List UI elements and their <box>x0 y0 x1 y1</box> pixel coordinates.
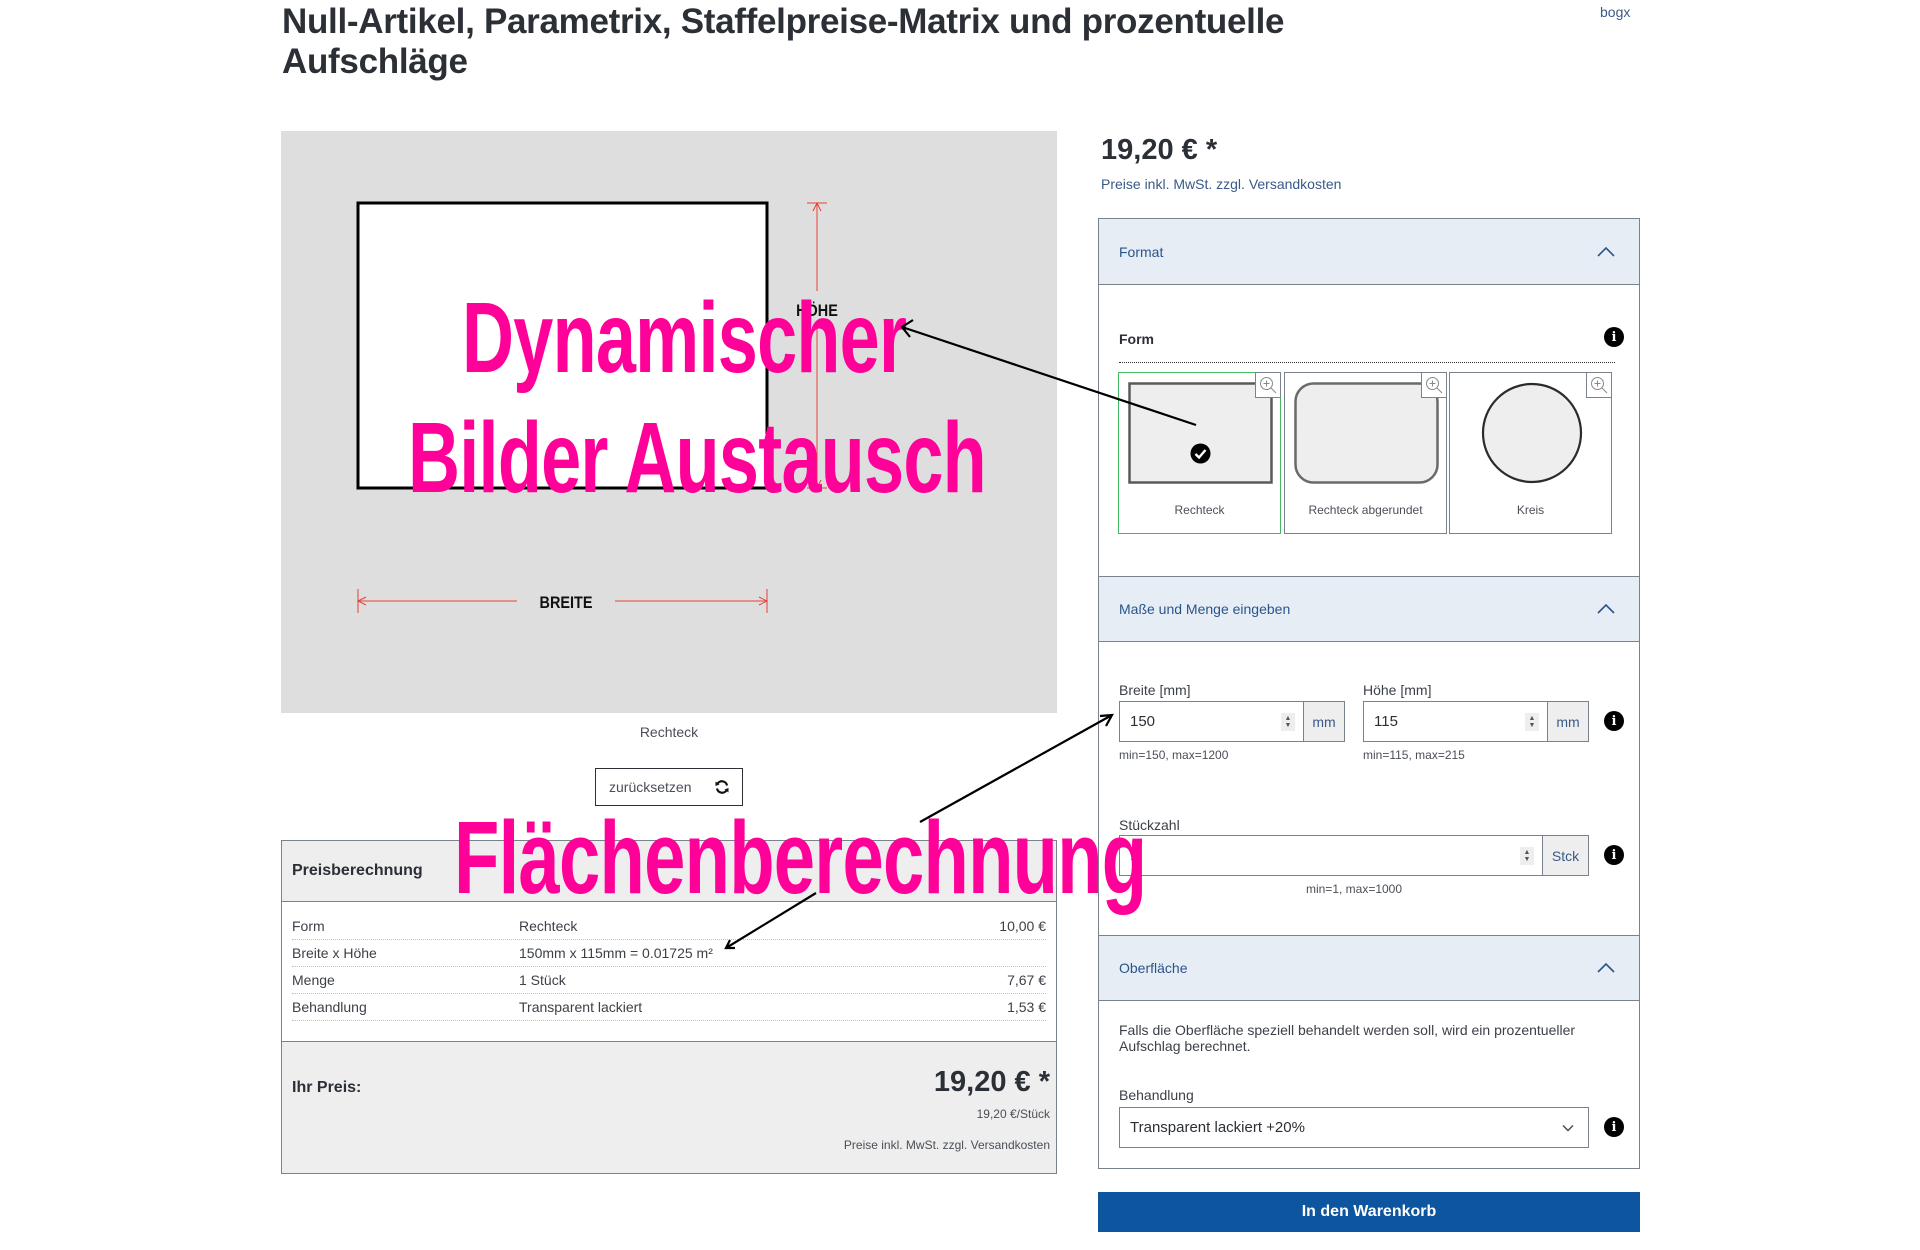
accordion-header-dimensions[interactable]: Maße und Menge eingeben <box>1099 576 1639 642</box>
calc-row-price: 10,00 € <box>999 918 1046 934</box>
height-input[interactable]: 115 ▲ ▼ mm <box>1363 701 1589 742</box>
reset-label: zurücksetzen <box>609 779 692 795</box>
shape-option-rechteck-abgerundet[interactable]: Rechteck abgerundet <box>1284 372 1447 534</box>
your-price-label: Ihr Preis: <box>292 1079 362 1096</box>
add-to-cart-button[interactable]: In den Warenkorb <box>1098 1192 1640 1232</box>
quantity-stepper[interactable]: ▲ ▼ <box>1520 846 1534 865</box>
rounded-rectangle-shape-icon <box>1294 382 1439 484</box>
tax-shipping-link[interactable]: Preise inkl. MwSt. zzgl. Versandkosten <box>1101 176 1341 192</box>
chevron-up-icon <box>1597 604 1615 614</box>
quantity-unit: Stck <box>1542 836 1588 875</box>
price-calculation-rows: Form Rechteck 10,00 € Breite x Höhe 150m… <box>292 913 1046 1021</box>
calc-row: Form Rechteck 10,00 € <box>292 913 1046 940</box>
accordion-title: Oberfläche <box>1119 960 1188 976</box>
calc-row-label: Form <box>292 918 325 934</box>
tax-note: Preise inkl. MwSt. zzgl. Versandkosten <box>843 1138 1050 1152</box>
refresh-icon <box>715 780 729 794</box>
calc-row-label: Behandlung <box>292 999 367 1015</box>
zoom-button[interactable] <box>1421 372 1447 398</box>
rectangle-shape-icon <box>1128 382 1273 484</box>
divider <box>1119 362 1615 363</box>
treatment-selected-value: Transparent lackiert +20% <box>1130 1119 1305 1136</box>
surface-description: Falls die Oberfläche speziell behandelt … <box>1119 1022 1576 1054</box>
your-price-value: 19,20 € * <box>933 1066 1050 1098</box>
page-title: Null-Artikel, Parametrix, Staffelpreise-… <box>282 2 1285 81</box>
info-icon[interactable]: i <box>1604 711 1624 731</box>
zoom-in-icon <box>1260 377 1277 394</box>
form-label: Form <box>1119 331 1154 347</box>
calc-row: Breite x Höhe 150mm x 115mm = 0.01725 m² <box>292 940 1046 967</box>
quantity-value[interactable]: 1 <box>1120 836 1520 875</box>
zoom-button[interactable] <box>1255 372 1281 398</box>
width-hint: min=150, max=1200 <box>1119 748 1229 762</box>
info-icon[interactable]: i <box>1604 1117 1624 1137</box>
height-hint: min=115, max=215 <box>1363 748 1465 762</box>
width-unit: mm <box>1303 702 1344 741</box>
calc-row-value: 1 Stück <box>519 972 566 988</box>
annotation-image-swap-line2: Bilder Austausch <box>408 402 987 514</box>
accordion-title: Maße und Menge eingeben <box>1119 601 1291 617</box>
accordion-header-format[interactable]: Format <box>1099 219 1639 285</box>
chevron-up-icon <box>1597 963 1615 973</box>
calc-row-price: 1,53 € <box>1007 999 1046 1015</box>
shape-label: Kreis <box>1516 503 1545 517</box>
calc-row: Behandlung Transparent lackiert 1,53 € <box>292 994 1046 1021</box>
height-unit: mm <box>1547 702 1588 741</box>
zoom-button[interactable] <box>1586 372 1612 398</box>
check-circle-icon <box>1190 443 1211 464</box>
info-icon[interactable]: i <box>1604 845 1624 865</box>
product-configurator: Format Form i Rechteck Rechteck abgerund… <box>1098 218 1640 1169</box>
image-caption: Rechteck <box>639 724 699 740</box>
unit-price: 19,20 €/Stück <box>976 1107 1050 1121</box>
treatment-select[interactable]: Transparent lackiert +20% <box>1119 1107 1589 1148</box>
price-total-section: Ihr Preis: 19,20 € * 19,20 €/Stück Preis… <box>282 1041 1056 1173</box>
chevron-up-icon <box>1597 246 1615 257</box>
width-label: BREITE <box>540 594 593 612</box>
calc-row-label: Breite x Höhe <box>292 945 377 961</box>
product-price: 19,20 € * <box>1101 134 1218 166</box>
calc-row-value: Transparent lackiert <box>519 999 643 1015</box>
zoom-in-icon <box>1426 377 1443 394</box>
annotation-area-calculation: Flächenberechnung <box>454 800 1147 915</box>
width-input[interactable]: 150 ▲ ▼ mm <box>1119 701 1345 742</box>
calc-row-value: 150mm x 115mm = 0.01725 m² <box>519 945 713 961</box>
accordion-title: Format <box>1119 243 1164 260</box>
width-stepper[interactable]: ▲ ▼ <box>1281 712 1295 731</box>
treatment-label: Behandlung <box>1119 1087 1194 1103</box>
vendor-link[interactable]: bogx <box>1600 4 1630 20</box>
shape-option-rechteck[interactable]: Rechteck <box>1118 372 1281 534</box>
height-label: Höhe [mm] <box>1363 682 1432 698</box>
shape-label: Rechteck abgerundet <box>1308 503 1423 517</box>
calc-row-value: Rechteck <box>519 918 578 934</box>
shape-option-kreis[interactable]: Kreis <box>1449 372 1612 534</box>
calc-row-price: 7,67 € <box>1007 972 1046 988</box>
accordion-header-surface[interactable]: Oberfläche <box>1099 935 1639 1001</box>
width-label: Breite [mm] <box>1119 682 1191 698</box>
height-stepper[interactable]: ▲ ▼ <box>1525 712 1539 731</box>
quantity-input[interactable]: 1 ▲ ▼ Stck <box>1119 835 1589 876</box>
annotation-image-swap-line1: Dynamischer <box>462 282 907 394</box>
info-icon[interactable]: i <box>1604 327 1624 347</box>
height-value[interactable]: 115 <box>1364 702 1525 741</box>
calc-row-label: Menge <box>292 972 335 988</box>
chevron-down-icon <box>1562 1124 1574 1131</box>
shape-label: Rechteck <box>1174 503 1225 517</box>
calc-row: Menge 1 Stück 7,67 € <box>292 967 1046 994</box>
circle-shape-icon <box>1481 382 1583 484</box>
zoom-in-icon <box>1591 377 1608 394</box>
width-value[interactable]: 150 <box>1120 702 1281 741</box>
quantity-hint: min=1, max=1000 <box>1305 882 1403 896</box>
